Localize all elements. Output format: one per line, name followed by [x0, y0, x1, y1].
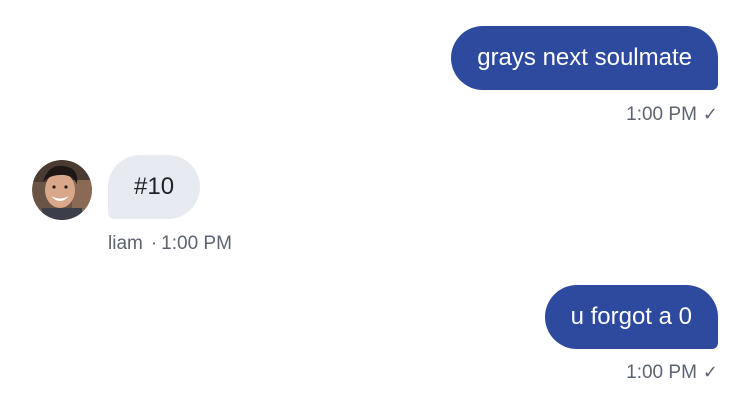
incoming-message-bubble[interactable]: #10: [108, 155, 201, 219]
message-meta: liam · 1:00 PM: [108, 233, 232, 255]
meta-separator: ·: [150, 233, 158, 254]
message-text: #10: [134, 173, 175, 200]
message-text: u forgot a 0: [570, 303, 692, 330]
sender-name[interactable]: liam: [108, 233, 143, 254]
outgoing-message-bubble[interactable]: grays next soulmate: [451, 26, 718, 90]
message-text: grays next soulmate: [477, 44, 692, 71]
message-meta: 1:00 PM ✓: [626, 104, 718, 126]
chat-thread: grays next soulmate 1:00 PM ✓ #10 liam ·…: [0, 0, 750, 402]
check-icon: ✓: [702, 104, 718, 124]
user-avatar-icon: [32, 160, 92, 220]
message-meta: 1:00 PM ✓: [626, 362, 718, 384]
check-icon: ✓: [702, 362, 718, 382]
avatar[interactable]: [32, 160, 92, 220]
outgoing-message-bubble[interactable]: u forgot a 0: [544, 285, 718, 349]
message-time: 1:00 PM: [626, 104, 697, 125]
message-time: 1:00 PM: [626, 362, 697, 383]
message-time: 1:00 PM: [161, 233, 232, 254]
